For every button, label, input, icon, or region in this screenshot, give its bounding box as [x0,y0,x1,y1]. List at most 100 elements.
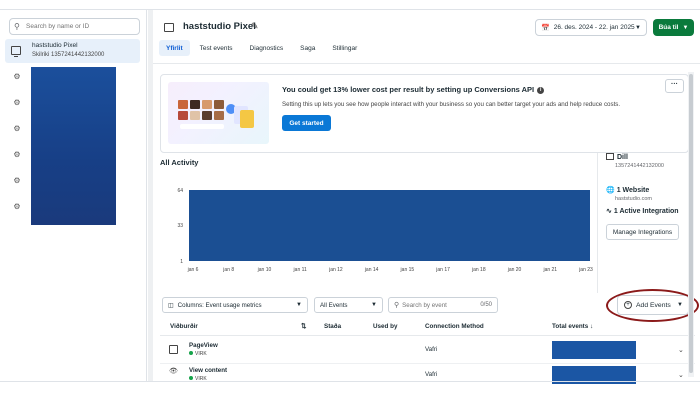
chevron-down-icon: ▼ [371,302,377,308]
dataset-icon[interactable]: ⚙ [12,124,22,134]
x-tick-label: jan 15 [400,267,415,273]
x-tick-label: jan 23 [578,267,593,273]
manage-integrations-button[interactable]: Manage Integrations [606,224,679,240]
sidebar-pixel-id: Skilriki 1357241442132000 [32,52,105,58]
chevron-down-icon: ▼ [682,24,689,31]
x-tick-label: jan 11 [293,267,307,273]
column-header-total-events[interactable]: Total events ↓ [552,323,593,330]
table-header-divider [160,335,695,336]
chevron-down-icon: ▼ [635,24,641,31]
events-filter-label: All Events [320,301,348,309]
main-panel: haststudio Pixel ✎ 📅 26. des. 2024 - 22.… [153,10,700,384]
calendar-icon: 📅 [541,24,550,32]
get-started-button[interactable]: Get started [282,115,331,131]
events-filter-dropdown[interactable]: All Events ▼ [314,297,383,313]
conversions-api-card: You could get 13% lower cost per result … [160,74,689,153]
info-pixel-id: 1357241442132000 [615,163,664,169]
sidebar-search[interactable]: ⚲ [9,18,140,35]
pencil-icon[interactable]: ✎ [251,21,259,32]
chevron-down-icon: ▼ [296,302,302,308]
monitor-icon [606,153,614,160]
dataset-icon[interactable]: ⚙ [12,72,22,82]
promo-illustration [168,82,269,144]
tab-overview[interactable]: Yfirlit [159,40,190,56]
column-header-connection[interactable]: Connection Method [425,323,484,330]
x-tick-label: jan 6 [187,267,199,273]
info-divider [597,153,598,293]
activity-chart: 1 33 64 jan 6 jan 8 jan 10 jan 11 jan 12 jan 14… [177,188,593,273]
y-tick-label: 1 [180,259,183,265]
tab-diagnostics[interactable]: Diagnostics [243,40,291,56]
event-search[interactable]: ⚲ 0/50 [388,297,498,313]
monitor-icon [11,46,21,57]
date-range-label: 26. des. 2024 - 22. jan 2025 [553,24,635,31]
dataset-icon[interactable]: ⚙ [12,98,22,108]
x-tick-label: jan 21 [542,267,557,273]
event-search-count: 0/50 [480,302,492,308]
activity-title: All Activity [160,158,199,167]
main-scrollbar[interactable] [688,72,694,377]
globe-icon: 🌐 [606,187,615,194]
x-tick-label: jan 14 [364,267,379,273]
sort-icon[interactable]: ⇅ [301,323,306,330]
y-tick-label: 33 [177,223,183,229]
tab-bar: Yfirlit Test events Diagnostics Saga Sti… [159,40,367,58]
promo-title: You could get 13% lower cost per result … [282,85,545,94]
annotation-circle [606,289,699,322]
date-range-button[interactable]: 📅 26. des. 2024 - 22. jan 2025 ▼ [535,19,647,36]
activity-icon: ∿ [606,208,612,215]
x-tick-label: jan 20 [507,267,522,273]
tab-settings[interactable]: Stillingar [325,40,364,56]
search-icon: ⚲ [14,22,20,31]
dataset-icon[interactable]: ⚙ [12,150,22,160]
info-integration-row: ∿ 1 Active Integration [606,208,679,215]
chevron-down-icon[interactable]: ⌄ [678,346,684,354]
sidebar-pixel-item[interactable]: haststudio Pixel Skilriki 13572414421320… [5,39,140,63]
page-icon [169,345,178,354]
x-tick-label: jan 10 [257,267,272,273]
dataset-icon[interactable]: ⚙ [12,202,22,212]
tab-history[interactable]: Saga [293,40,322,56]
y-tick-label: 64 [177,188,183,194]
create-button[interactable]: Búa til ▼ [653,19,694,36]
monitor-icon [164,23,174,32]
column-header-used-by[interactable]: Used by [373,323,398,330]
table-row[interactable]: 👁 View content VIRK Vafri ⌄ [160,354,695,384]
info-pixel-row: Dill [606,153,628,161]
page-title: haststudio Pixel [183,21,256,32]
column-header-events[interactable]: Viðburðir [170,323,198,330]
tab-divider [153,63,700,64]
info-website-url: haststudio.com [615,196,652,202]
sidebar-search-input[interactable] [26,23,136,30]
x-tick-label: jan 8 [222,267,234,273]
create-button-label: Búa til [658,24,679,31]
columns-dropdown-label: Columns: Event usage metrics [177,301,262,309]
x-tick-label: jan 12 [328,267,343,273]
column-header-status[interactable]: Staða [324,323,341,330]
redacted-block [31,67,116,225]
x-tick-label: jan 17 [435,267,450,273]
promo-text: Setting this up lets you see how people … [282,101,621,108]
info-icon[interactable]: i [537,87,545,94]
status-dot [189,376,193,380]
scrollbar-thumb[interactable] [689,74,693,373]
dataset-icon[interactable]: ⚙ [12,176,22,186]
event-name: View content [189,367,228,374]
series-area [189,190,590,261]
search-icon: ⚲ [394,302,400,309]
columns-icon: ◫ [168,302,174,309]
more-options-button[interactable]: ··· [665,79,684,93]
event-name: PageView [189,342,218,349]
x-tick-label: jan 18 [471,267,486,273]
bottom-divider [0,381,700,382]
connection-method: Vafri [425,371,438,378]
info-website-row: 🌐 1 Website [606,187,650,194]
columns-dropdown[interactable]: ◫ Columns: Event usage metrics ▼ [162,297,308,313]
app-frame: ⚲ haststudio Pixel Skilriki 135724144213… [0,0,700,393]
tab-test-events[interactable]: Test events [193,40,240,56]
sidebar-pixel-name: haststudio Pixel [32,42,78,49]
event-search-input[interactable] [402,301,473,309]
eye-icon: 👁 [169,368,178,375]
chevron-down-icon[interactable]: ⌄ [678,371,684,379]
connection-method: Vafri [425,346,438,353]
